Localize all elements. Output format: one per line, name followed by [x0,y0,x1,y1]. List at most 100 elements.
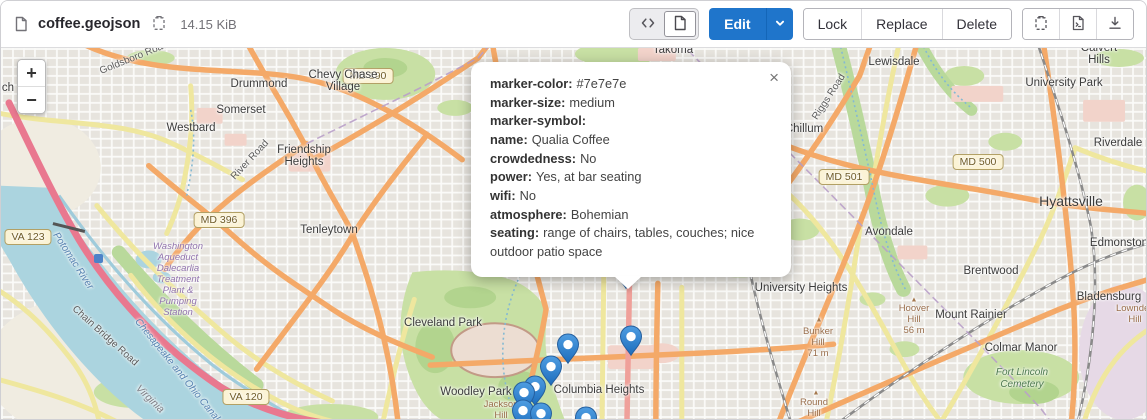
popup-properties: marker-color #7e7e7e marker-sizemediummark… [490,75,772,262]
place-takoma: Takoma [653,48,693,56]
shield-md-190: MD 190 [343,68,394,84]
map-zoom-control: + − [17,59,46,114]
peak-label-lowndes-hill: Lowndes Hill [1116,303,1146,325]
chevron-down-icon [773,16,787,33]
water-label-potomac: Potomac River [51,231,96,292]
place-westbard: Westbard [166,122,215,134]
shield-md-500: MD 500 [953,154,1004,170]
place-brentwood: Brentwood [964,265,1019,277]
property-key: crowdedness [490,151,576,166]
place-somerset: Somerset [216,104,265,116]
map-marker[interactable] [619,325,643,357]
edit-split-button: Edit [709,8,792,40]
place-columbia-heights: Columbia Heights [554,384,645,396]
file-actions: Edit Lock Replace Delete [629,8,1134,40]
rendered-view-button[interactable] [664,11,696,37]
property-key: wifi [490,188,516,203]
place-drummond: Drummond [231,78,288,90]
file-utility-group [1022,8,1134,40]
place-edmonston: Edmonston [1090,237,1146,249]
clipboard-icon [151,15,167,34]
shield-md-501: MD 501 [819,169,870,185]
popup-tail [614,276,642,289]
place-university-park: University Park [1025,77,1102,89]
property-key: marker-color [490,76,573,91]
map-canvas[interactable]: Goldsboro RoadMD 190DrummondChevy Chase … [1,48,1146,419]
open-raw-button[interactable] [1059,9,1096,39]
property-key: marker-symbol [490,113,586,128]
popup-close-button[interactable]: × [767,67,781,88]
property-value: Qualia Coffee [532,132,610,147]
copy-file-contents-button[interactable] [1023,9,1059,39]
map-poi-icon [94,254,103,263]
peak-icon-bunker: ▲ [816,317,823,324]
place-colmar-manor: Colmar Manor [985,342,1058,354]
place-calvert-hills: Calvert Hills [1076,48,1123,66]
peak-icon-round: ▲ [813,390,820,397]
water-label-canal: Chesapeake and Ohio Canal [132,317,221,419]
code-view-button[interactable] [632,11,664,37]
property-value: No [520,188,536,203]
popup-property-row: nameQualia Coffee [490,131,772,150]
popup-property-row: marker-symbol [490,112,772,131]
download-icon [1107,15,1123,34]
peak-label-bunker-hill: Bunker Hill 71 m [803,326,833,360]
snippet-file-viewer: coffee.geojson 14.15 KiB [0,0,1147,420]
place-riverdale: Riverdale [1094,137,1143,149]
property-value: No [580,151,596,166]
file-manage-group: Lock Replace Delete [803,8,1012,40]
file-header: coffee.geojson 14.15 KiB [1,1,1146,48]
road-label-riggs: Riggs Road [810,72,848,122]
popup-property-row: wifi No [490,187,772,206]
property-value: Bohemian [571,207,629,222]
zoom-out-button[interactable]: − [18,87,45,113]
file-size: 14.15 KiB [180,17,236,32]
file-info: coffee.geojson 14.15 KiB [13,13,237,36]
map-marker[interactable] [574,406,598,419]
file-code-icon [1070,15,1086,34]
clipboard-icon [1033,15,1049,34]
peak-label-round-hill: Round Hill 61 m [800,397,828,419]
delete-button[interactable]: Delete [942,9,1011,39]
place-avondale: Avondale [865,226,913,238]
code-icon [640,15,656,34]
map-marker[interactable] [529,402,553,419]
partial-place-label: ch [2,82,14,94]
road-label-chain-bridge: Chain Bridge Road [70,304,140,369]
road-label-goldsboro: Goldsboro Road [98,48,170,77]
popup-property-row: atmosphereBohemian [490,206,772,225]
view-toggle-group [629,8,699,40]
poi-label-fort-lincoln-cemetery: Fort Lincoln Cemetery [996,367,1048,391]
place-friendship-heights: Friendship Heights [277,144,331,168]
property-key: power [490,169,532,184]
place-bladensburg: Bladensburg [1077,291,1142,303]
download-button[interactable] [1096,9,1133,39]
peak-icon-hoover: ▲ [911,297,918,304]
property-value: Yes, at bar seating [536,169,642,184]
copy-file-path-button[interactable] [149,13,169,36]
place-hyattsville: Hyattsville [1039,193,1103,209]
popup-property-row: marker-color #7e7e7e [490,75,772,94]
popup-property-row: marker-sizemedium [490,94,772,113]
road-label-river-road: River Road [229,138,271,182]
popup-property-row: power Yes, at bar seating [490,168,772,187]
shield-va-120: VA 120 [222,389,269,405]
shield-va-123: VA 123 [4,229,51,245]
place-lewisdale: Lewisdale [868,56,919,68]
property-key: seating [490,225,539,240]
peak-label-hoover-hill: Hoover Hill 56 m [899,303,930,337]
place-label-virginia: Virginia [133,383,166,416]
lock-button[interactable]: Lock [804,9,862,39]
edit-dropdown-button[interactable] [766,8,793,40]
file-name: coffee.geojson [38,16,140,32]
place-mount-rainier: Mount Rainier [935,309,1007,321]
property-value: #7e7e7e [577,76,627,91]
property-key: marker-size [490,95,565,110]
edit-button[interactable]: Edit [709,8,765,40]
replace-button[interactable]: Replace [861,9,941,39]
shield-md-396: MD 396 [194,212,245,228]
place-cleveland-park: Cleveland Park [404,317,482,329]
poi-label-dalecarlia: Washington Aqueduct Dalecarlia Treatment… [153,242,203,318]
zoom-in-button[interactable]: + [18,60,45,86]
popup-property-row: crowdedness No [490,150,772,169]
